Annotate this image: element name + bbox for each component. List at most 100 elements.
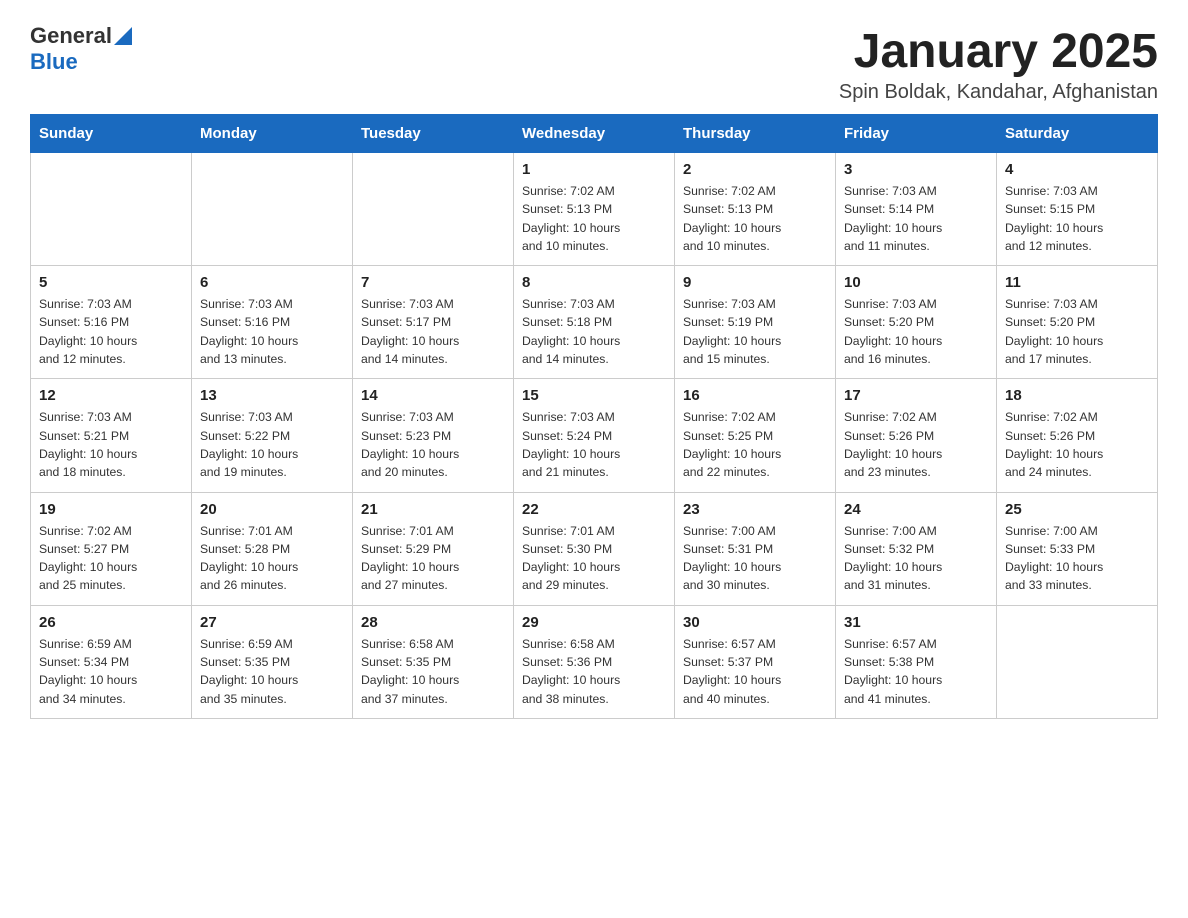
- day-number: 24: [844, 501, 988, 518]
- day-number: 16: [683, 387, 827, 404]
- day-info: Sunrise: 7:01 AMSunset: 5:28 PMDaylight:…: [200, 522, 344, 595]
- day-info: Sunrise: 7:02 AMSunset: 5:25 PMDaylight:…: [683, 408, 827, 481]
- day-number: 9: [683, 274, 827, 291]
- day-number: 13: [200, 387, 344, 404]
- day-number: 17: [844, 387, 988, 404]
- day-number: 1: [522, 161, 666, 178]
- day-number: 15: [522, 387, 666, 404]
- calendar-cell: 7Sunrise: 7:03 AMSunset: 5:17 PMDaylight…: [353, 266, 514, 379]
- calendar-cell: 19 Sunrise: 7:02 AMSunset: 5:27 PMDayligh…: [31, 492, 192, 605]
- day-info: Sunrise: 7:00 AMSunset: 5:32 PMDaylight:…: [844, 522, 988, 595]
- day-info: Sunrise: 7:02 AMSunset: 5:13 PMDaylight:…: [683, 182, 827, 255]
- weekday-header-monday: Monday: [192, 115, 353, 153]
- day-info: Sunrise: 6:58 AMSunset: 5:36 PMDaylight:…: [522, 635, 666, 708]
- day-number: 28: [361, 614, 505, 631]
- day-number: 19: [39, 501, 183, 518]
- calendar-cell: [997, 605, 1158, 718]
- calendar-cell: 15 Sunrise: 7:03 AMSunset: 5:24 PMDayligh…: [514, 379, 675, 492]
- title-block: January 2025 Spin Boldak, Kandahar, Afgh…: [839, 24, 1158, 104]
- day-number: 6: [200, 274, 344, 291]
- calendar-cell: 31 Sunrise: 6:57 AMSunset: 5:38 PMDayligh…: [836, 605, 997, 718]
- calendar-cell: 18Sunrise: 7:02 AMSunset: 5:26 PMDayligh…: [997, 379, 1158, 492]
- day-info: Sunrise: 7:03 AMSunset: 5:16 PMDaylight:…: [39, 295, 183, 368]
- calendar-table: SundayMondayTuesdayWednesdayThursdayFrid…: [30, 114, 1158, 719]
- location-subtitle: Spin Boldak, Kandahar, Afghanistan: [839, 81, 1158, 104]
- calendar-cell: [353, 153, 514, 266]
- day-number: 14: [361, 387, 505, 404]
- calendar-cell: 1Sunrise: 7:02 AMSunset: 5:13 PMDaylight…: [514, 153, 675, 266]
- day-number: 31: [844, 614, 988, 631]
- weekday-header-tuesday: Tuesday: [353, 115, 514, 153]
- day-info: Sunrise: 7:03 AMSunset: 5:20 PMDaylight:…: [1005, 295, 1149, 368]
- weekday-header-saturday: Saturday: [997, 115, 1158, 153]
- calendar-cell: 2 Sunrise: 7:02 AMSunset: 5:13 PMDaylight…: [675, 153, 836, 266]
- day-number: 3: [844, 161, 988, 178]
- calendar-week-row: 12Sunrise: 7:03 AMSunset: 5:21 PMDayligh…: [31, 379, 1158, 492]
- weekday-header-friday: Friday: [836, 115, 997, 153]
- calendar-cell: 13 Sunrise: 7:03 AMSunset: 5:22 PMDayligh…: [192, 379, 353, 492]
- day-number: 12: [39, 387, 183, 404]
- day-info: Sunrise: 7:03 AMSunset: 5:23 PMDaylight:…: [361, 408, 505, 481]
- day-info: Sunrise: 7:03 AMSunset: 5:18 PMDaylight:…: [522, 295, 666, 368]
- day-number: 29: [522, 614, 666, 631]
- calendar-cell: 30 Sunrise: 6:57 AMSunset: 5:37 PMDayligh…: [675, 605, 836, 718]
- day-number: 30: [683, 614, 827, 631]
- day-info: Sunrise: 7:03 AMSunset: 5:19 PMDaylight:…: [683, 295, 827, 368]
- calendar-cell: 4Sunrise: 7:03 AMSunset: 5:15 PMDaylight…: [997, 153, 1158, 266]
- calendar-cell: 20 Sunrise: 7:01 AMSunset: 5:28 PMDayligh…: [192, 492, 353, 605]
- page-header: General Blue January 2025 Spin Boldak, K…: [30, 24, 1158, 104]
- day-info: Sunrise: 7:02 AMSunset: 5:26 PMDaylight:…: [844, 408, 988, 481]
- calendar-week-row: 5 Sunrise: 7:03 AMSunset: 5:16 PMDaylight…: [31, 266, 1158, 379]
- logo-blue-text: Blue: [30, 49, 78, 74]
- weekday-header-wednesday: Wednesday: [514, 115, 675, 153]
- day-number: 5: [39, 274, 183, 291]
- calendar-cell: [31, 153, 192, 266]
- calendar-cell: 25Sunrise: 7:00 AMSunset: 5:33 PMDayligh…: [997, 492, 1158, 605]
- calendar-cell: 16 Sunrise: 7:02 AMSunset: 5:25 PMDayligh…: [675, 379, 836, 492]
- month-title: January 2025: [839, 24, 1158, 79]
- calendar-cell: 28Sunrise: 6:58 AMSunset: 5:35 PMDayligh…: [353, 605, 514, 718]
- day-number: 11: [1005, 274, 1149, 291]
- calendar-cell: 10 Sunrise: 7:03 AMSunset: 5:20 PMDayligh…: [836, 266, 997, 379]
- day-info: Sunrise: 7:01 AMSunset: 5:30 PMDaylight:…: [522, 522, 666, 595]
- day-info: Sunrise: 7:02 AMSunset: 5:26 PMDaylight:…: [1005, 408, 1149, 481]
- day-number: 10: [844, 274, 988, 291]
- day-info: Sunrise: 7:02 AMSunset: 5:27 PMDaylight:…: [39, 522, 183, 595]
- day-info: Sunrise: 7:03 AMSunset: 5:22 PMDaylight:…: [200, 408, 344, 481]
- day-info: Sunrise: 7:03 AMSunset: 5:24 PMDaylight:…: [522, 408, 666, 481]
- calendar-week-row: 26Sunrise: 6:59 AMSunset: 5:34 PMDayligh…: [31, 605, 1158, 718]
- day-info: Sunrise: 6:57 AMSunset: 5:37 PMDaylight:…: [683, 635, 827, 708]
- calendar-week-row: 19 Sunrise: 7:02 AMSunset: 5:27 PMDayligh…: [31, 492, 1158, 605]
- logo: General Blue: [30, 24, 132, 74]
- calendar-cell: [192, 153, 353, 266]
- calendar-cell: 8 Sunrise: 7:03 AMSunset: 5:18 PMDaylight…: [514, 266, 675, 379]
- calendar-cell: 23 Sunrise: 7:00 AMSunset: 5:31 PMDayligh…: [675, 492, 836, 605]
- day-info: Sunrise: 7:01 AMSunset: 5:29 PMDaylight:…: [361, 522, 505, 595]
- day-info: Sunrise: 6:59 AMSunset: 5:35 PMDaylight:…: [200, 635, 344, 708]
- day-number: 20: [200, 501, 344, 518]
- weekday-header-thursday: Thursday: [675, 115, 836, 153]
- calendar-cell: 17 Sunrise: 7:02 AMSunset: 5:26 PMDayligh…: [836, 379, 997, 492]
- weekday-header-sunday: Sunday: [31, 115, 192, 153]
- day-number: 8: [522, 274, 666, 291]
- day-number: 4: [1005, 161, 1149, 178]
- calendar-cell: 5 Sunrise: 7:03 AMSunset: 5:16 PMDaylight…: [31, 266, 192, 379]
- day-info: Sunrise: 7:03 AMSunset: 5:14 PMDaylight:…: [844, 182, 988, 255]
- day-number: 26: [39, 614, 183, 631]
- day-info: Sunrise: 7:03 AMSunset: 5:20 PMDaylight:…: [844, 295, 988, 368]
- calendar-cell: 3 Sunrise: 7:03 AMSunset: 5:14 PMDaylight…: [836, 153, 997, 266]
- day-number: 21: [361, 501, 505, 518]
- logo-triangle-icon: [114, 27, 132, 50]
- day-info: Sunrise: 6:57 AMSunset: 5:38 PMDaylight:…: [844, 635, 988, 708]
- weekday-header-row: SundayMondayTuesdayWednesdayThursdayFrid…: [31, 115, 1158, 153]
- calendar-cell: 9 Sunrise: 7:03 AMSunset: 5:19 PMDaylight…: [675, 266, 836, 379]
- calendar-cell: 27 Sunrise: 6:59 AMSunset: 5:35 PMDayligh…: [192, 605, 353, 718]
- day-number: 2: [683, 161, 827, 178]
- day-info: Sunrise: 7:00 AMSunset: 5:31 PMDaylight:…: [683, 522, 827, 595]
- day-number: 23: [683, 501, 827, 518]
- calendar-cell: 12Sunrise: 7:03 AMSunset: 5:21 PMDayligh…: [31, 379, 192, 492]
- day-number: 7: [361, 274, 505, 291]
- calendar-cell: 29 Sunrise: 6:58 AMSunset: 5:36 PMDayligh…: [514, 605, 675, 718]
- day-number: 27: [200, 614, 344, 631]
- day-info: Sunrise: 7:03 AMSunset: 5:16 PMDaylight:…: [200, 295, 344, 368]
